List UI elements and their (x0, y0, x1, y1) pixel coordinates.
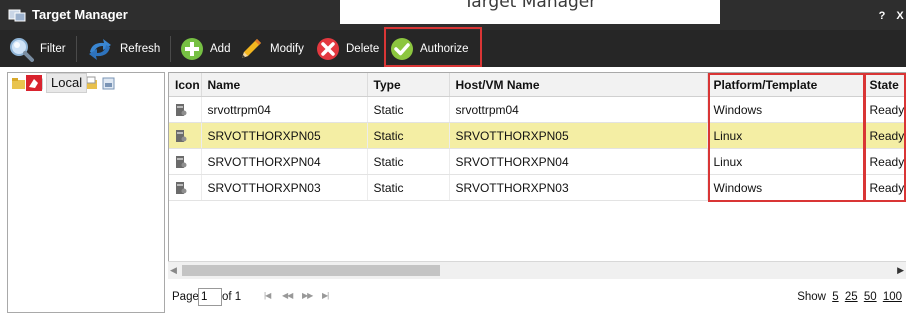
platform-column-highlight-box (708, 73, 865, 202)
scroll-right-arrow-icon[interactable]: ▶ (897, 265, 904, 276)
previous-page-icon[interactable]: ◀◀ (282, 291, 293, 300)
add-button[interactable]: Add (180, 30, 230, 67)
toolbar-divider (170, 36, 171, 62)
cell-name: SRVOTTHORXPN04 (201, 148, 368, 175)
page-count-label: of 1 (222, 291, 242, 303)
state-column-highlight-box (864, 73, 906, 202)
delete-label: Delete (346, 42, 380, 55)
first-page-icon[interactable]: |◀ (264, 291, 271, 300)
cell-name: srvottrpm04 (201, 96, 368, 123)
new-folder-icon[interactable] (11, 76, 26, 90)
delete-button[interactable]: Delete (316, 30, 379, 67)
page-number-input[interactable] (198, 288, 222, 306)
close-button[interactable]: X (892, 9, 906, 23)
show-label: Show (797, 291, 826, 303)
page-size-50[interactable]: 50 (864, 291, 877, 303)
column-header-icon[interactable]: Icon (169, 73, 202, 97)
page-label: Page (172, 291, 199, 303)
horizontal-scrollbar[interactable]: ◀ ▶ (168, 261, 906, 279)
column-header-type[interactable]: Type (367, 73, 450, 97)
page-size-selector: Show 5 25 50 100 (797, 291, 902, 303)
cell-name: SRVOTTHORXPN05 (201, 122, 368, 149)
column-header-name[interactable]: Name (201, 73, 368, 97)
filter-button[interactable]: Filter (8, 30, 66, 67)
cell-type: Static (367, 174, 450, 201)
page-size-100[interactable]: 100 (883, 291, 902, 303)
export-icon[interactable] (101, 76, 116, 90)
cell-type: Static (367, 122, 450, 149)
target-tree-pane: Local (7, 72, 165, 313)
server-icon (176, 103, 187, 116)
pencil-icon (242, 38, 261, 58)
cell-host: SRVOTTHORXPN04 (449, 148, 708, 175)
page-heading: Target Manager (340, 0, 720, 24)
modify-button[interactable]: Modify (238, 30, 304, 67)
filter-label: Filter (40, 42, 66, 55)
modify-label: Modify (270, 42, 304, 55)
page-size-25[interactable]: 25 (845, 291, 858, 303)
window-title: Target Manager (32, 7, 128, 22)
delete-x-circle-icon (317, 37, 339, 60)
add-label: Add (210, 42, 231, 55)
pagination-bar: Page of 1 |◀ ◀◀ ▶▶ ▶| Show 5 25 50 100 (168, 283, 906, 311)
tree-item-label: Local (46, 73, 88, 93)
refresh-button[interactable]: Refresh (86, 30, 160, 67)
help-button[interactable]: ? (874, 9, 890, 23)
column-header-host[interactable]: Host/VM Name (449, 73, 708, 97)
server-icon (176, 155, 187, 168)
cell-host: SRVOTTHORXPN05 (449, 122, 708, 149)
refresh-icon (89, 38, 111, 60)
server-icon (176, 129, 187, 142)
authorize-highlight-box (384, 27, 482, 67)
target-manager-app-icon (8, 8, 26, 22)
cell-host: srvottrpm04 (449, 96, 708, 123)
cell-host: SRVOTTHORXPN03 (449, 174, 708, 201)
scrollbar-thumb[interactable] (182, 265, 440, 276)
plus-circle-icon (181, 37, 203, 60)
refresh-label: Refresh (120, 42, 161, 55)
last-page-icon[interactable]: ▶| (322, 291, 329, 300)
scroll-left-arrow-icon[interactable]: ◀ (170, 265, 177, 276)
cell-name: SRVOTTHORXPN03 (201, 174, 368, 201)
toolbar-divider (76, 36, 77, 62)
local-group-icon (26, 75, 42, 91)
server-icon (176, 181, 187, 194)
cell-type: Static (367, 148, 450, 175)
page-size-5[interactable]: 5 (832, 291, 838, 303)
tree-item-local[interactable]: Local (26, 73, 88, 93)
magnifier-icon (10, 37, 34, 62)
next-page-icon[interactable]: ▶▶ (302, 291, 313, 300)
cell-type: Static (367, 96, 450, 123)
